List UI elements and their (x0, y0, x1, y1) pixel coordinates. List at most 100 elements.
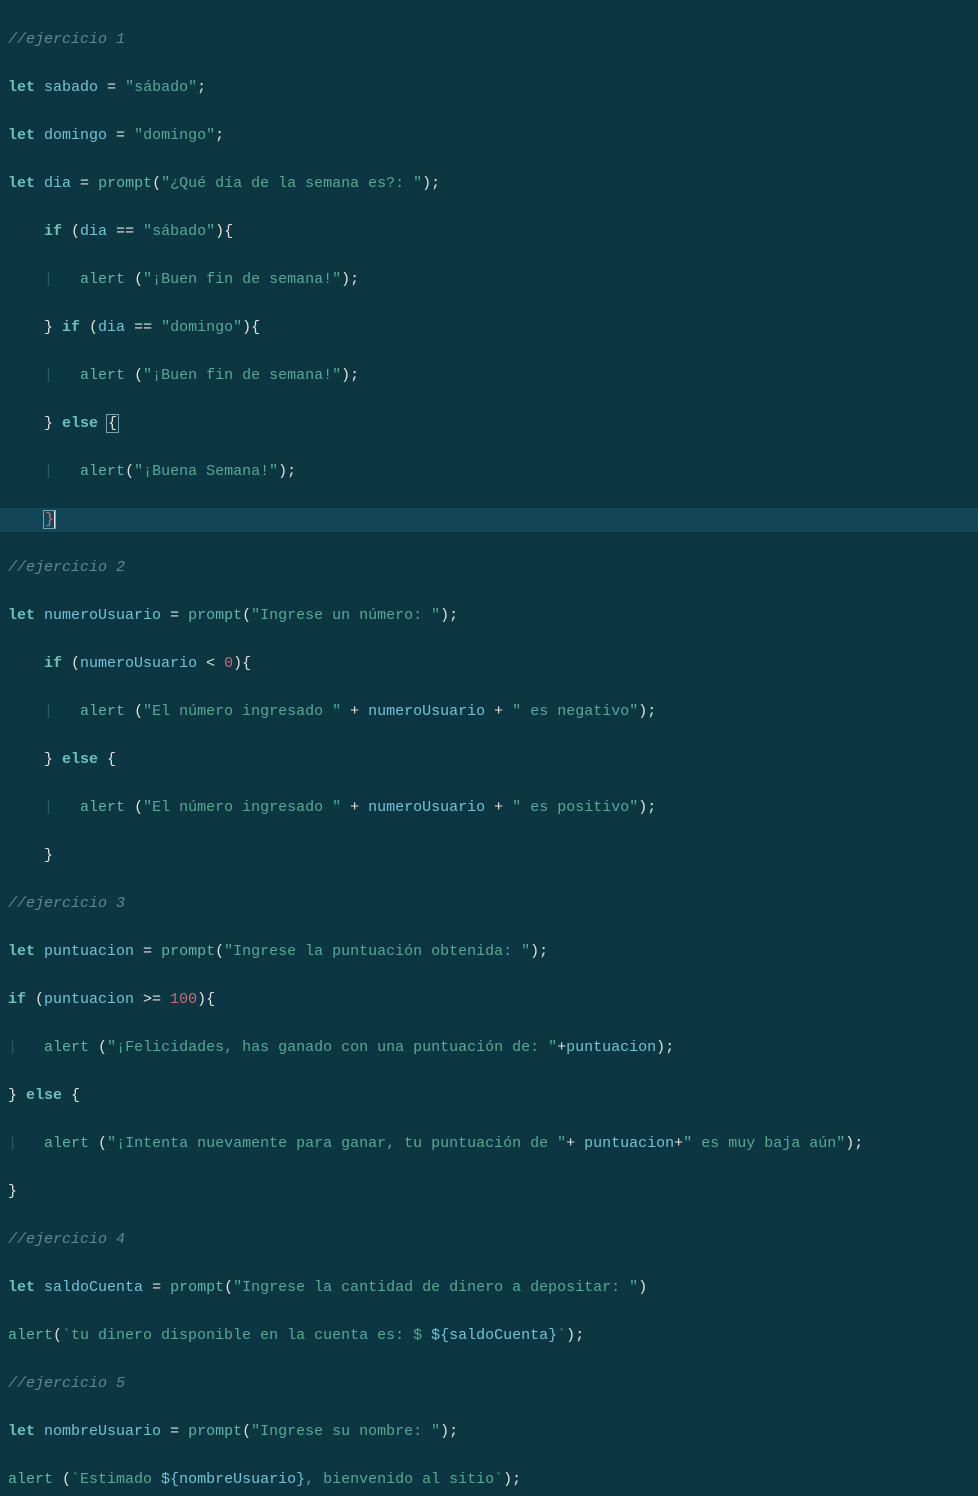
code-line[interactable]: | alert ("¡Buen fin de semana!"); (0, 364, 978, 388)
operator: + (341, 799, 368, 816)
paren: ) (638, 703, 647, 720)
operator: = (98, 79, 125, 96)
indent (53, 703, 80, 720)
paren: ) (341, 367, 350, 384)
indent (53, 271, 80, 288)
semicolon: ; (215, 127, 224, 144)
code-line[interactable]: //ejercicio 3 (0, 892, 978, 916)
indent-guide-icon: | (8, 1135, 17, 1152)
code-line[interactable]: let domingo = "domingo"; (0, 124, 978, 148)
paren: ( (242, 1423, 251, 1440)
code-line[interactable]: | alert ("¡Buen fin de semana!"); (0, 268, 978, 292)
identifier: nombreUsuario (179, 1471, 296, 1488)
code-line-active[interactable]: } (0, 508, 978, 532)
code-line[interactable]: let numeroUsuario = prompt("Ingrese un n… (0, 604, 978, 628)
identifier: dia (80, 223, 107, 240)
paren: ) (422, 175, 431, 192)
code-line[interactable]: alert (`Estimado ${nombreUsuario}, bienv… (0, 1468, 978, 1492)
keyword-else: else (62, 751, 98, 768)
operator: + (485, 703, 512, 720)
code-line[interactable]: let nombreUsuario = prompt("Ingrese su n… (0, 1420, 978, 1444)
code-line[interactable]: | alert("¡Buena Semana!"); (0, 460, 978, 484)
paren: ) (440, 607, 449, 624)
keyword-if: if (62, 319, 80, 336)
indent (8, 703, 44, 720)
string-literal: "Ingrese la cantidad de dinero a deposit… (233, 1279, 638, 1296)
code-line[interactable]: //ejercicio 2 (0, 556, 978, 580)
operator: = (143, 1279, 170, 1296)
string-literal: "domingo" (161, 319, 242, 336)
string-literal: " es negativo" (512, 703, 638, 720)
function-name: alert (44, 1135, 89, 1152)
string-literal: "sábado" (143, 223, 215, 240)
paren: ){ (197, 991, 215, 1008)
template-string: `tu dinero disponible en la cuenta es: $ (62, 1327, 431, 1344)
string-literal: "¿Qué día de la semana es?: " (161, 175, 422, 192)
keyword-if: if (44, 655, 62, 672)
function-name: prompt (188, 607, 242, 624)
identifier: numeroUsuario (368, 703, 485, 720)
indent: } (8, 415, 62, 432)
code-line[interactable]: let dia = prompt("¿Qué día de la semana … (0, 172, 978, 196)
identifier: domingo (44, 127, 107, 144)
keyword-let: let (8, 79, 35, 96)
paren: ( (80, 319, 98, 336)
template-expr-close: } (548, 1327, 557, 1344)
code-line[interactable]: if (dia == "sábado"){ (0, 220, 978, 244)
code-line[interactable]: //ejercicio 5 (0, 1372, 978, 1396)
identifier: numeroUsuario (80, 655, 197, 672)
semicolon: ; (350, 367, 359, 384)
template-string: , bienvenido al sitio` (305, 1471, 503, 1488)
function-name: alert (80, 271, 125, 288)
paren: ( (152, 175, 161, 192)
code-line[interactable]: | alert ("¡Felicidades, has ganado con u… (0, 1036, 978, 1060)
code-line[interactable]: } else { (0, 412, 978, 436)
operator: = (71, 175, 98, 192)
paren: ( (125, 367, 143, 384)
template-string: ` (557, 1327, 566, 1344)
paren: ) (566, 1327, 575, 1344)
code-line[interactable]: let saldoCuenta = prompt("Ingrese la can… (0, 1276, 978, 1300)
keyword-if: if (44, 223, 62, 240)
code-line[interactable]: let puntuacion = prompt("Ingrese la punt… (0, 940, 978, 964)
operator: = (161, 1423, 188, 1440)
code-line[interactable]: } (0, 1180, 978, 1204)
string-literal: "¡Buen fin de semana!" (143, 367, 341, 384)
code-line[interactable]: if (numeroUsuario < 0){ (0, 652, 978, 676)
indent-guide-icon: | (44, 367, 53, 384)
indent: } (8, 847, 53, 864)
paren: ( (89, 1039, 107, 1056)
function-name: alert (80, 463, 125, 480)
identifier: sabado (44, 79, 98, 96)
string-literal: "¡Buena Semana!" (134, 463, 278, 480)
operator: + (485, 799, 512, 816)
code-line[interactable]: if (puntuacion >= 100){ (0, 988, 978, 1012)
code-editor[interactable]: //ejercicio 1 let sabado = "sábado"; let… (0, 4, 978, 1496)
code-line[interactable]: } else { (0, 748, 978, 772)
operator: == (107, 223, 143, 240)
code-line[interactable]: let sabado = "sábado"; (0, 76, 978, 100)
code-line[interactable]: } else { (0, 1084, 978, 1108)
code-line[interactable]: alert(`tu dinero disponible en la cuenta… (0, 1324, 978, 1348)
code-line[interactable]: //ejercicio 4 (0, 1228, 978, 1252)
code-line[interactable]: } if (dia == "domingo"){ (0, 316, 978, 340)
comment-text: //ejercicio 5 (8, 1375, 125, 1392)
paren: ( (53, 1327, 62, 1344)
code-line[interactable]: } (0, 844, 978, 868)
number-literal: 0 (224, 655, 233, 672)
keyword-if: if (8, 991, 26, 1008)
indent-guide-icon: | (44, 703, 53, 720)
indent (8, 367, 44, 384)
code-line[interactable]: //ejercicio 1 (0, 28, 978, 52)
code-line[interactable]: | alert ("El número ingresado " + numero… (0, 700, 978, 724)
string-literal: "Ingrese la puntuación obtenida: " (224, 943, 530, 960)
operator: = (161, 607, 188, 624)
paren: ( (89, 1135, 107, 1152)
indent (8, 799, 44, 816)
indent-guide-icon: | (44, 271, 53, 288)
code-line[interactable]: | alert ("El número ingresado " + numero… (0, 796, 978, 820)
template-string: `Estimado (71, 1471, 161, 1488)
function-name: alert (80, 367, 125, 384)
identifier: saldoCuenta (44, 1279, 143, 1296)
code-line[interactable]: | alert ("¡Intenta nuevamente para ganar… (0, 1132, 978, 1156)
